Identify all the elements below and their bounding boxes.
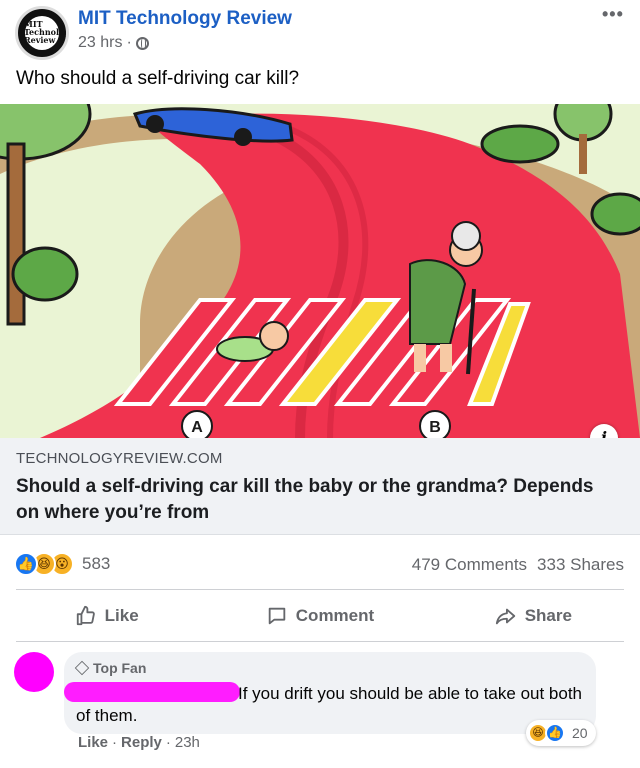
meta-separator: · (126, 34, 132, 51)
divider (16, 589, 624, 590)
comment-reactions[interactable]: 😆 👍 20 (526, 720, 596, 746)
page-name-link[interactable]: MIT Technology Review (78, 8, 292, 30)
link-preview[interactable]: TECHNOLOGYREVIEW.COM Should a self-drivi… (0, 438, 640, 535)
reactions-summary[interactable]: 👍 😆 😮 583 (14, 552, 110, 576)
comment-label: Comment (295, 606, 375, 625)
post-timestamp[interactable]: 23 hrs (78, 34, 122, 52)
share-button[interactable]: Share (427, 595, 640, 637)
post-text: Who should a self-driving car kill? (16, 68, 300, 89)
commenter-avatar[interactable] (14, 652, 54, 692)
globe-icon (135, 36, 149, 50)
comment-text: If you drift you should be able to take … (76, 684, 583, 725)
shares-count-link[interactable]: 333 Shares (537, 555, 624, 575)
top-fan-label: Top Fan (93, 660, 147, 676)
page-avatar[interactable]: MIT Technology Review (15, 6, 69, 60)
post-header: MIT Technology Review MIT Technology Rev… (0, 0, 640, 64)
post-actions: Like Comment Share (0, 595, 640, 637)
like-label: Like (104, 606, 139, 625)
trolley-illustration: A B (0, 104, 640, 438)
comment-button[interactable]: Comment (213, 595, 426, 637)
reaction-count: 583 (82, 554, 111, 573)
page-logo-text: MIT Technology Review (24, 19, 66, 45)
comment-sep: · (112, 734, 118, 751)
link-title: Should a self-driving car kill the baby … (16, 476, 594, 523)
like-button[interactable]: Like (0, 595, 213, 637)
thumbs-up-icon (76, 605, 95, 626)
share-icon (495, 608, 515, 625)
stat-links: 479 Comments 333 Shares (412, 555, 624, 575)
comment-bubble: Top Fan If you drift you should be able … (64, 652, 596, 734)
post-meta: 23 hrs · (78, 34, 149, 52)
post-image[interactable]: A B (0, 104, 640, 438)
comment-sep: · (165, 734, 171, 751)
comment-time[interactable]: 23h (175, 734, 200, 751)
label-a-marker: A (181, 410, 213, 438)
label-a: A (191, 419, 203, 436)
link-domain: TECHNOLOGYREVIEW.COM (16, 450, 223, 467)
divider (16, 641, 624, 642)
diamond-icon (74, 660, 90, 676)
engagement-stats: 👍 😆 😮 583 479 Comments 333 Shares (0, 546, 640, 582)
like-reaction-icon: 👍 (545, 723, 565, 743)
comment-actions: Like · Reply · 23h (78, 734, 200, 751)
comment-icon (268, 607, 286, 625)
like-reaction-icon: 👍 (14, 552, 38, 576)
label-b-marker: B (419, 410, 451, 438)
label-b: B (429, 419, 441, 436)
more-options-button[interactable]: ••• (602, 4, 624, 25)
comment-like-link[interactable]: Like (78, 734, 108, 751)
comment-reaction-count: 20 (572, 725, 588, 741)
comment-reply-link[interactable]: Reply (121, 734, 162, 751)
top-fan-badge: Top Fan (74, 660, 147, 676)
share-label: Share (524, 606, 572, 625)
comments-count-link[interactable]: 479 Comments (412, 555, 527, 575)
